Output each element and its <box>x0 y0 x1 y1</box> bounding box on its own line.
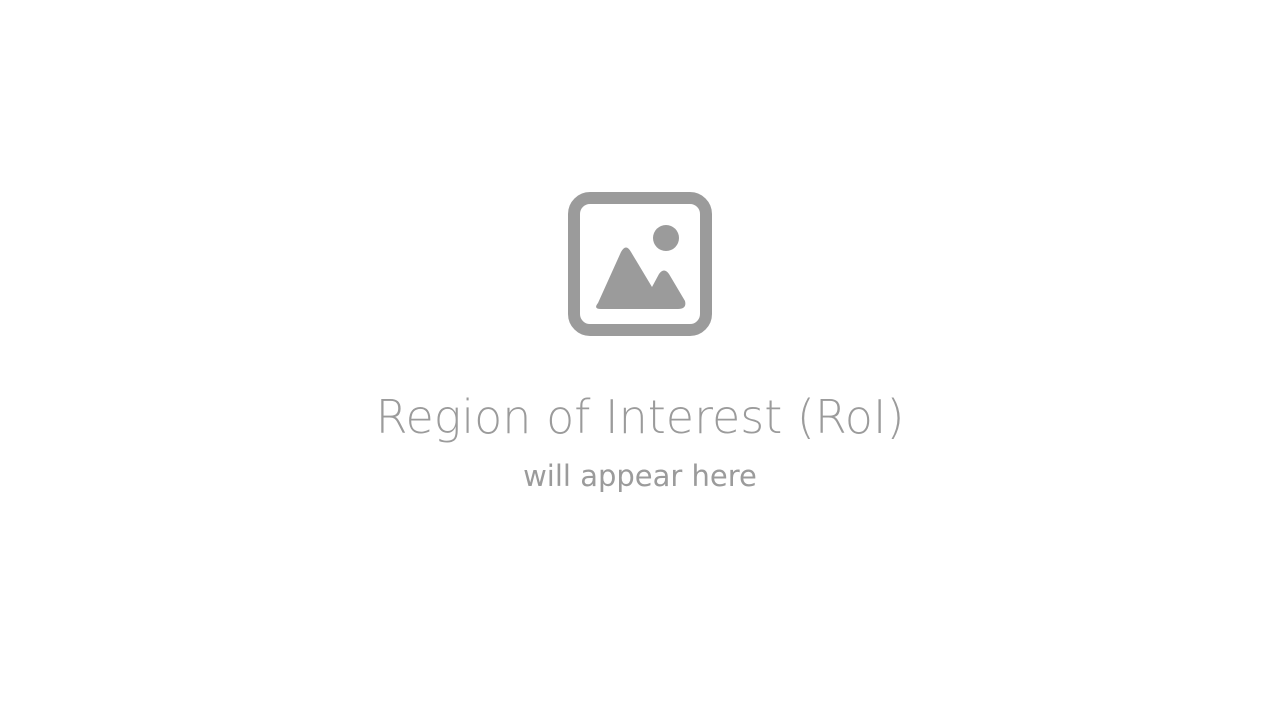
roi-subtitle: will appear here <box>523 459 757 493</box>
roi-title: Region of Interest (RoI) <box>375 390 905 444</box>
image-placeholder-icon <box>568 192 712 336</box>
roi-placeholder: Region of Interest (RoI) will appear her… <box>0 0 1280 720</box>
